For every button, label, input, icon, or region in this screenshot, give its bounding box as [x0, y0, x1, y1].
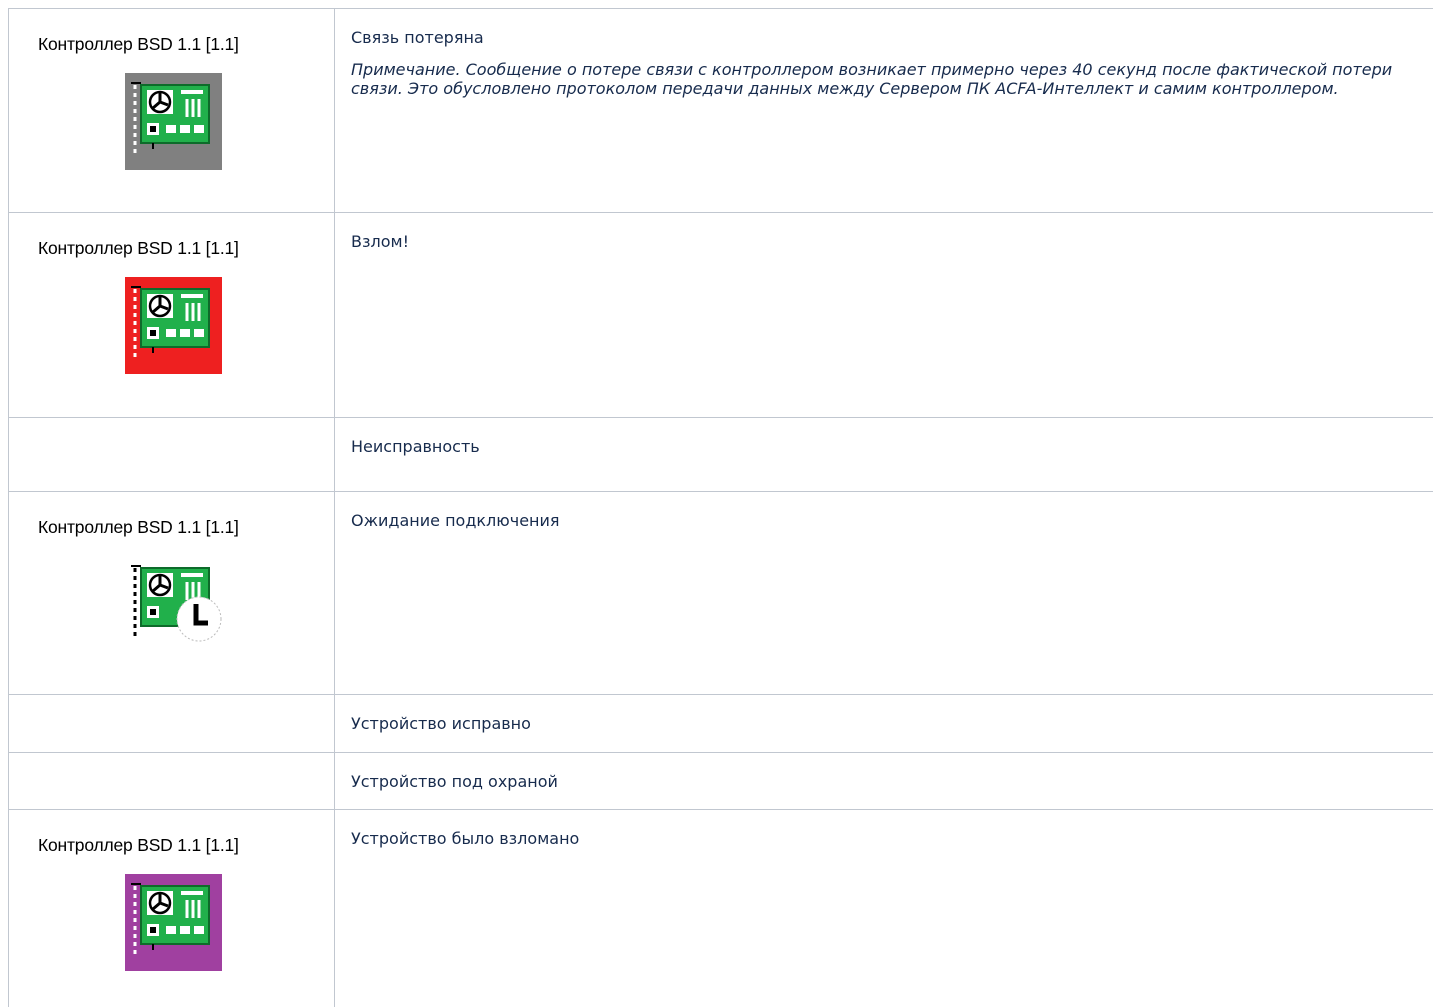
state-title: Устройство было взломано — [351, 829, 580, 848]
table-row: Неисправность — [8, 417, 1433, 492]
description-cell: Устройство исправно — [334, 694, 1433, 753]
device-state-table: Контроллер BSD 1.1 [1.1] Связь потеряна … — [8, 8, 1433, 1007]
description-cell: Устройство было взломано — [334, 809, 1433, 1007]
icon-cell: Контроллер BSD 1.1 [1.1] — [8, 8, 335, 213]
controller-label: Контроллер BSD 1.1 [1.1] — [38, 238, 239, 258]
icon-cell — [8, 752, 335, 810]
note: Примечание. Сообщение о потере связи с к… — [351, 60, 1417, 98]
icon-cell — [8, 694, 335, 753]
state-title: Устройство под охраной — [351, 772, 558, 791]
controller-board-clock-icon — [125, 556, 222, 653]
state-title: Неисправность — [351, 437, 480, 456]
controller-label: Контроллер BSD 1.1 [1.1] — [38, 835, 239, 855]
description-cell: Ожидание подключения — [334, 491, 1433, 695]
table-row: Устройство исправно — [8, 694, 1433, 753]
table-row: Контроллер BSD 1.1 [1.1] — [8, 491, 1433, 695]
description-cell: Устройство под охраной — [334, 752, 1433, 810]
controller-label: Контроллер BSD 1.1 [1.1] — [38, 517, 239, 537]
table-row: Устройство под охраной — [8, 752, 1433, 810]
description-cell: Связь потеряна Примечание. Сообщение о п… — [334, 8, 1433, 213]
icon-cell — [8, 417, 335, 492]
icon-cell: Контроллер BSD 1.1 [1.1] — [8, 491, 335, 695]
icon-cell: Контроллер BSD 1.1 [1.1] — [8, 212, 335, 418]
controller-label: Контроллер BSD 1.1 [1.1] — [38, 34, 239, 54]
state-title: Ожидание подключения — [351, 511, 560, 530]
state-title: Устройство исправно — [351, 714, 531, 733]
description-cell: Неисправность — [334, 417, 1433, 492]
icon-cell: Контроллер BSD 1.1 [1.1] — [8, 809, 335, 1007]
state-title: Взлом! — [351, 232, 409, 251]
note-heading: Примечание. — [351, 60, 461, 79]
note-text: Сообщение о потере связи с контроллером … — [351, 60, 1393, 98]
table-row: Контроллер BSD 1.1 [1.1] — [8, 8, 1433, 213]
controller-board-icon — [125, 277, 222, 374]
table-row: Контроллер BSD 1.1 [1.1] — [8, 212, 1433, 418]
state-title: Связь потеряна — [351, 28, 484, 47]
controller-board-icon — [125, 874, 222, 971]
controller-board-icon — [125, 73, 222, 170]
description-cell: Взлом! — [334, 212, 1433, 418]
table-row: Контроллер BSD 1.1 [1.1] — [8, 809, 1433, 1007]
